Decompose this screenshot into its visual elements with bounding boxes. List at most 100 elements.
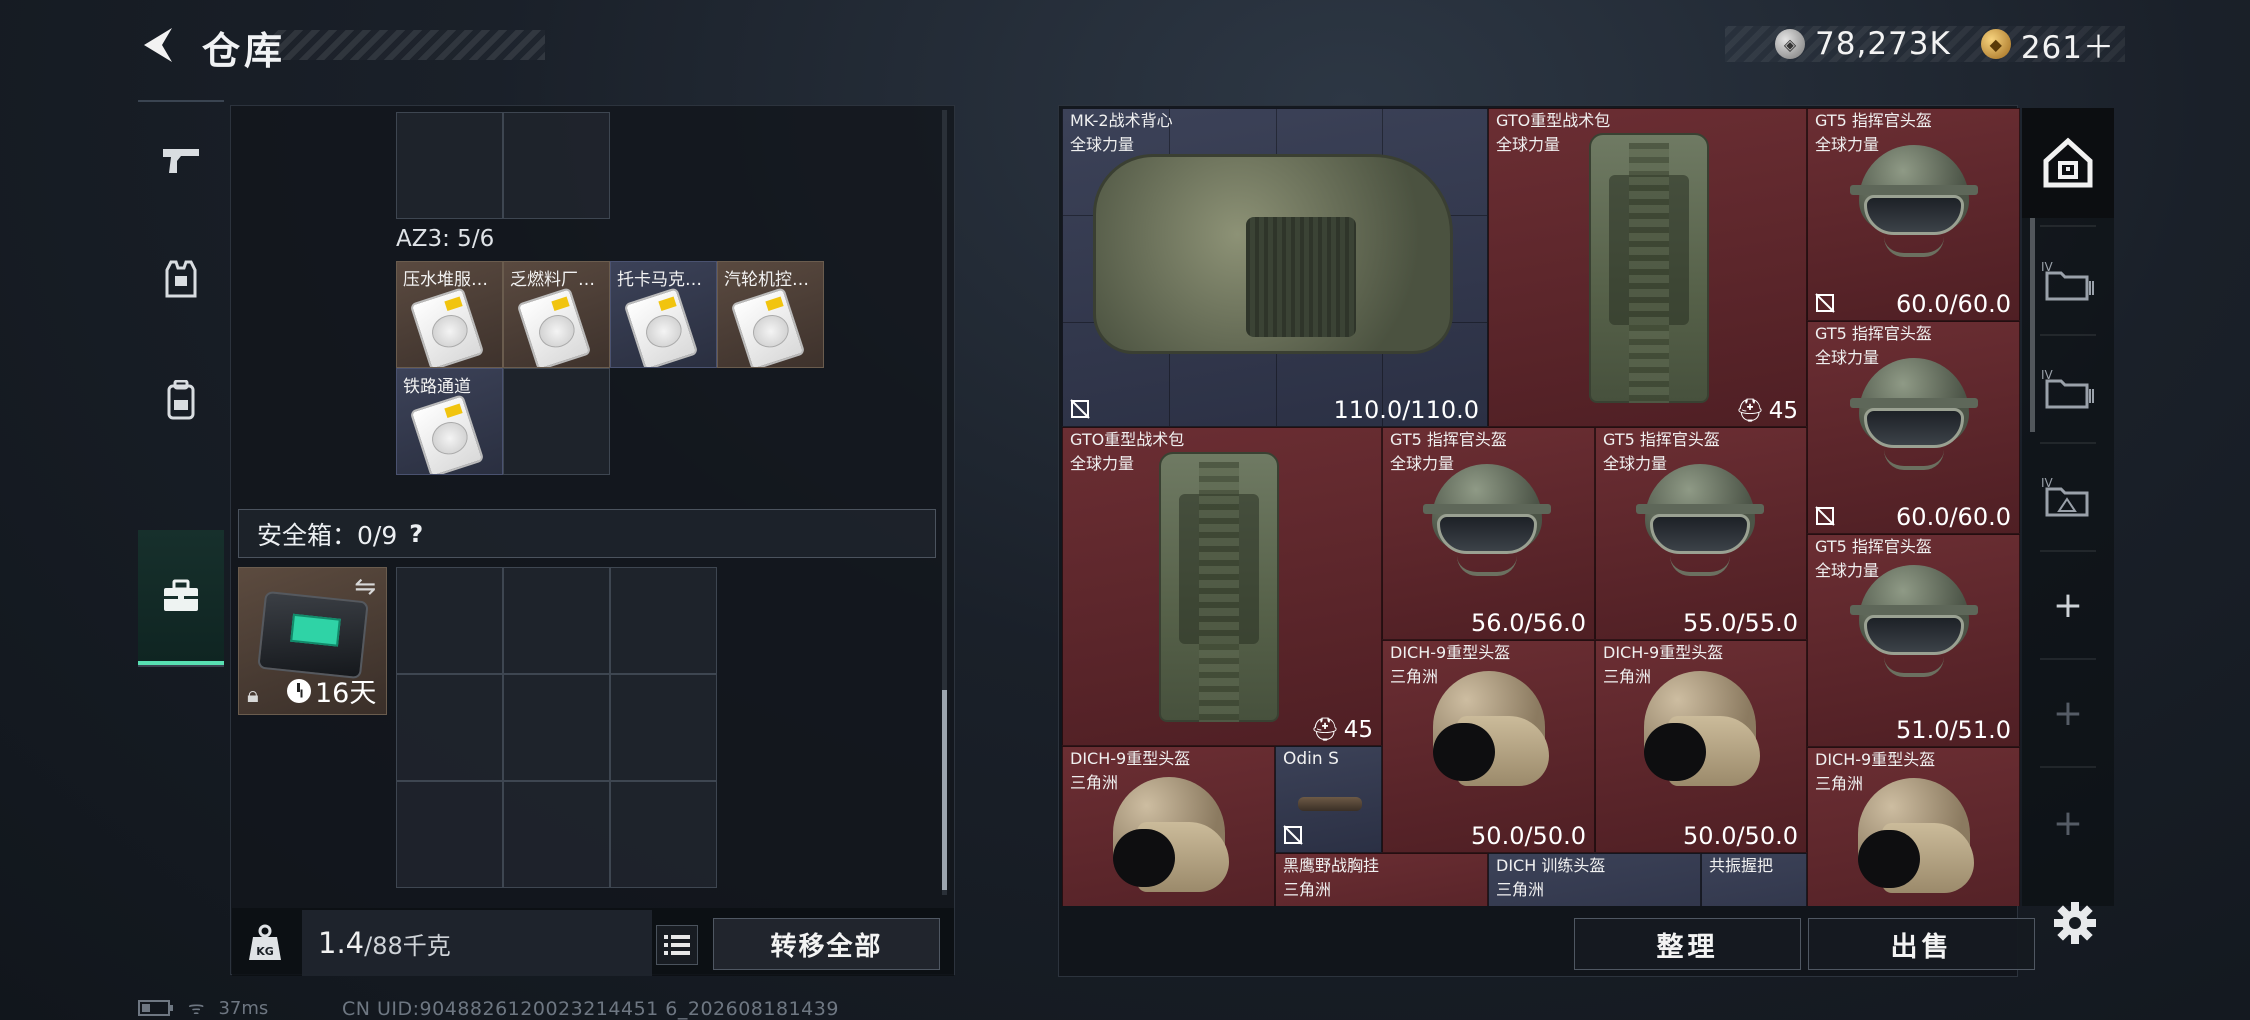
- gold-currency-value[interactable]: 261＋: [2021, 22, 2115, 67]
- category-tabs: [138, 100, 224, 675]
- stash-tab-2[interactable]: IV: [2022, 226, 2114, 336]
- safe-slot[interactable]: [396, 781, 503, 888]
- safe-box-header: 安全箱：0/9 ?: [238, 509, 936, 558]
- transfer-all-button[interactable]: 转移全部: [713, 918, 940, 970]
- item-faction: 三角洲: [1283, 880, 1332, 899]
- safe-slot[interactable]: [503, 567, 610, 674]
- safe-slot[interactable]: [503, 781, 610, 888]
- tab-weapons[interactable]: [138, 100, 224, 220]
- stash-item-grip[interactable]: 共振握把: [1701, 853, 1807, 906]
- container-item[interactable]: 压水堆服…: [396, 261, 503, 368]
- container-scroll-thumb[interactable]: [942, 690, 947, 890]
- stash-item-helmet[interactable]: GT5 指挥官头盔 全球力量 60.0/60.0: [1807, 321, 2020, 534]
- item-faction: 全球力量: [1815, 561, 1880, 580]
- empty-slot[interactable]: [503, 368, 610, 475]
- status-bar: ᯤ 37ms: [138, 996, 268, 1020]
- item-name: DICH-9重型头盔: [1070, 749, 1191, 768]
- stash-item-helmet[interactable]: GT5 指挥官头盔 全球力量 51.0/51.0: [1807, 534, 2020, 747]
- heavy-backpack-icon: [1159, 452, 1279, 722]
- currency-bar: ◈ 78,273K ◆ 261＋: [1725, 26, 2125, 66]
- svg-text:KG: KG: [256, 945, 274, 958]
- item-durability: 55.0/55.0: [1683, 609, 1798, 637]
- no-insure-icon: [1815, 293, 1835, 313]
- safe-slot[interactable]: [396, 567, 503, 674]
- swap-icon[interactable]: ⇋: [354, 572, 376, 602]
- item-faction: 三角洲: [1603, 667, 1652, 686]
- stash-item-helmet[interactable]: DICH-9重型头盔 三角洲: [1062, 746, 1275, 906]
- keycard-bag-icon: [730, 287, 806, 367]
- stash-tab-4[interactable]: IV: [2022, 442, 2114, 552]
- stash-grid: MK-2战术背心 全球力量 110.0/110.0 GTO重型战术包 全球力量 …: [1062, 108, 2022, 906]
- folder-icon: IV: [2041, 368, 2094, 409]
- item-faction: 三角洲: [1390, 667, 1439, 686]
- item-name: GT5 指挥官头盔: [1815, 324, 1932, 343]
- no-insure-icon: [1815, 506, 1835, 526]
- add-stash-tab-button[interactable]: +: [2022, 768, 2114, 878]
- item-name: GT5 指挥官头盔: [1390, 430, 1507, 449]
- safe-slot[interactable]: [503, 674, 610, 781]
- stash-item-helmet[interactable]: DICH 训练头盔 三角洲: [1488, 853, 1701, 906]
- settings-button[interactable]: [2052, 900, 2098, 946]
- stash-item-backpack[interactable]: GTO重型战术包 全球力量 ⛑︎ 45: [1062, 427, 1382, 746]
- item-capacity: ⛑︎ 45: [1735, 397, 1798, 425]
- heavy-backpack-icon: [1589, 133, 1709, 403]
- stash-tab-main[interactable]: [2022, 108, 2114, 218]
- stash-item-chest-rig[interactable]: 黑鹰野战胸挂 三角洲: [1275, 853, 1488, 906]
- stash-item-helmet[interactable]: DICH-9重型头盔 三角洲 50.0/50.0: [1382, 640, 1595, 853]
- safe-slot[interactable]: [396, 674, 503, 781]
- stash-item-backpack[interactable]: GTO重型战术包 全球力量 ⛑︎ 45: [1488, 108, 1807, 427]
- secure-case-icon: [257, 590, 369, 680]
- silver-coin-icon: ◈: [1775, 29, 1806, 59]
- helmet-icon: [1844, 565, 1984, 685]
- weight-icon: KG: [248, 924, 282, 962]
- container-item[interactable]: 托卡马克…: [610, 261, 717, 368]
- weight-display: 1.4 /88千克: [302, 910, 652, 976]
- camo-helmet-icon: [1848, 778, 1978, 903]
- stash-item-helmet[interactable]: DICH-9重型头盔 三角洲 50.0/50.0: [1595, 640, 1807, 853]
- empty-slot[interactable]: [503, 112, 610, 219]
- backpack-icon: [167, 380, 195, 420]
- gear-icon: [2054, 902, 2096, 944]
- sort-button[interactable]: 整理: [1574, 918, 1801, 970]
- item-faction: 三角洲: [1496, 880, 1545, 899]
- add-stash-tab-button[interactable]: +: [2022, 550, 2114, 660]
- stash-item-helmet[interactable]: GT5 指挥官头盔 全球力量 56.0/56.0: [1382, 427, 1595, 640]
- secure-case-item[interactable]: ⇋ 🔒︎ 16天: [238, 567, 387, 715]
- page-title: 仓库: [202, 29, 287, 73]
- back-button[interactable]: [138, 24, 180, 66]
- weight-max: /88千克: [364, 931, 451, 960]
- tab-armor[interactable]: [138, 220, 224, 340]
- help-icon[interactable]: ?: [409, 520, 423, 548]
- item-durability: 50.0/50.0: [1471, 822, 1586, 850]
- armor-vest-icon: [165, 260, 197, 298]
- list-view-button[interactable]: [656, 925, 698, 965]
- lock-icon: 🔒︎: [247, 683, 259, 708]
- stash-item-helmet[interactable]: GT5 指挥官头盔 全球力量 60.0/60.0: [1807, 108, 2020, 321]
- item-name: DICH 训练头盔: [1496, 856, 1606, 875]
- item-name: 乏燃料厂…: [510, 270, 595, 290]
- container-item[interactable]: 汽轮机控…: [717, 261, 824, 368]
- ping-value: 37ms: [218, 997, 269, 1019]
- scope-icon: [1298, 797, 1362, 811]
- weight-value: 1.4: [318, 926, 365, 960]
- item-capacity: ⛑︎ 45: [1310, 716, 1373, 744]
- empty-slot[interactable]: [396, 112, 503, 219]
- safe-slot[interactable]: [610, 781, 717, 888]
- stash-item-vest[interactable]: MK-2战术背心 全球力量 110.0/110.0: [1062, 108, 1488, 427]
- back-arrow-icon: [144, 28, 172, 62]
- safe-slot[interactable]: [610, 674, 717, 781]
- case-timer: 16天: [287, 671, 376, 710]
- add-stash-tab-button[interactable]: +: [2022, 658, 2114, 768]
- tab-secure-container[interactable]: [138, 530, 224, 665]
- keycard-bag-icon: [409, 287, 485, 367]
- stash-tab-3[interactable]: IV: [2022, 334, 2114, 444]
- safe-slot[interactable]: [610, 567, 717, 674]
- item-durability: 50.0/50.0: [1683, 822, 1798, 850]
- container-item[interactable]: 乏燃料厂…: [503, 261, 610, 368]
- stash-item-scope[interactable]: Odin S: [1275, 746, 1382, 853]
- stash-item-helmet[interactable]: DICH-9重型头盔 三角洲: [1807, 747, 2020, 906]
- tab-backpack[interactable]: [138, 340, 224, 460]
- sell-button[interactable]: 出售: [1808, 918, 2035, 970]
- container-item[interactable]: 铁路通道: [396, 368, 503, 475]
- stash-item-helmet[interactable]: GT5 指挥官头盔 全球力量 55.0/55.0: [1595, 427, 1807, 640]
